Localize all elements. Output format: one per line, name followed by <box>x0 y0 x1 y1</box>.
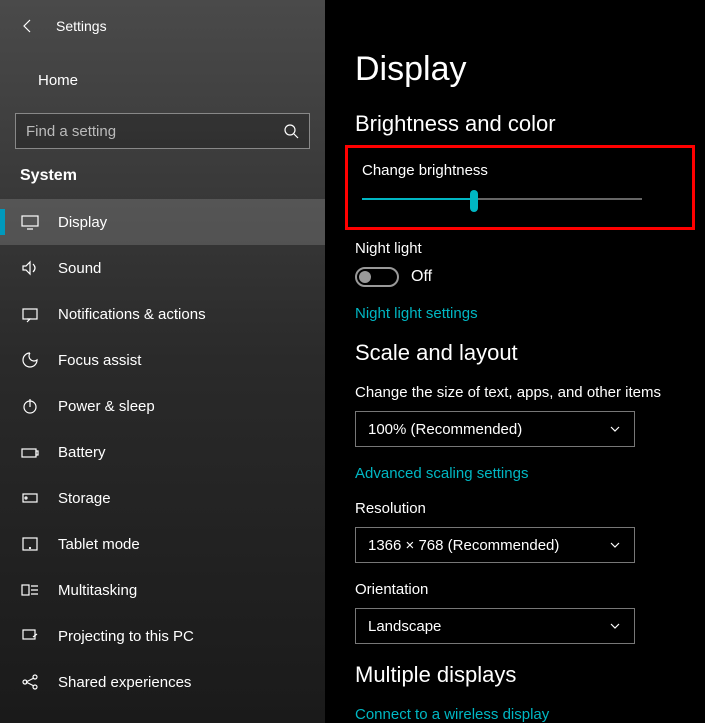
sidebar-item-notifications[interactable]: Notifications & actions <box>0 291 325 337</box>
multitask-icon <box>20 580 40 600</box>
project-icon <box>20 626 40 646</box>
sidebar-item-focus[interactable]: Focus assist <box>0 337 325 383</box>
sidebar-item-label: Storage <box>58 490 111 507</box>
brightness-slider[interactable] <box>362 189 642 209</box>
chevron-down-icon <box>608 619 622 633</box>
search-box[interactable] <box>15 113 310 149</box>
sidebar-item-label: Notifications & actions <box>58 306 206 323</box>
sidebar-item-sound[interactable]: Sound <box>0 245 325 291</box>
sidebar-category: System <box>0 149 325 199</box>
sidebar-item-label: Power & sleep <box>58 398 155 415</box>
wireless-display-link[interactable]: Connect to a wireless display <box>355 706 685 723</box>
orientation-label: Orientation <box>355 581 685 598</box>
section-multiple: Multiple displays <box>355 662 685 688</box>
share-icon <box>20 672 40 692</box>
toggle-knob <box>359 271 371 283</box>
sidebar-item-label: Multitasking <box>58 582 137 599</box>
battery-icon <box>20 442 40 462</box>
sidebar-item-label: Display <box>58 214 107 231</box>
night-light-settings-link[interactable]: Night light settings <box>355 305 685 322</box>
chevron-down-icon <box>608 422 622 436</box>
settings-sidebar: Settings Home System Display Sound Notif… <box>0 0 325 723</box>
display-icon <box>20 212 40 232</box>
advanced-scaling-link[interactable]: Advanced scaling settings <box>355 465 685 482</box>
back-button[interactable] <box>20 18 36 34</box>
sidebar-item-label: Battery <box>58 444 106 461</box>
sidebar-item-display[interactable]: Display <box>0 199 325 245</box>
page-title: Display <box>355 50 685 89</box>
search-icon <box>283 123 299 139</box>
scale-label: Change the size of text, apps, and other… <box>355 384 685 401</box>
night-light-toggle[interactable] <box>355 267 399 287</box>
home-label: Home <box>38 72 78 89</box>
night-light-state: Off <box>411 268 432 286</box>
brightness-label: Change brightness <box>362 162 678 179</box>
sidebar-item-battery[interactable]: Battery <box>0 429 325 475</box>
sidebar-item-tablet[interactable]: Tablet mode <box>0 521 325 567</box>
scale-dropdown[interactable]: 100% (Recommended) <box>355 411 635 447</box>
slider-fill <box>362 198 474 200</box>
home-button[interactable]: Home <box>0 60 325 101</box>
focus-icon <box>20 350 40 370</box>
app-title: Settings <box>56 18 107 34</box>
sidebar-item-projecting[interactable]: Projecting to this PC <box>0 613 325 659</box>
orientation-value: Landscape <box>368 618 441 635</box>
section-scale: Scale and layout <box>355 340 685 366</box>
resolution-label: Resolution <box>355 500 685 517</box>
sidebar-item-label: Tablet mode <box>58 536 140 553</box>
sidebar-item-label: Projecting to this PC <box>58 628 194 645</box>
sidebar-item-label: Focus assist <box>58 352 141 369</box>
slider-thumb[interactable] <box>470 190 478 212</box>
notification-icon <box>20 304 40 324</box>
sound-icon <box>20 258 40 278</box>
chevron-down-icon <box>608 538 622 552</box>
sidebar-item-power[interactable]: Power & sleep <box>0 383 325 429</box>
sidebar-item-shared[interactable]: Shared experiences <box>0 659 325 705</box>
scale-value: 100% (Recommended) <box>368 421 522 438</box>
sidebar-item-label: Sound <box>58 260 101 277</box>
sidebar-item-multitask[interactable]: Multitasking <box>0 567 325 613</box>
power-icon <box>20 396 40 416</box>
tablet-icon <box>20 534 40 554</box>
sidebar-item-storage[interactable]: Storage <box>0 475 325 521</box>
orientation-dropdown[interactable]: Landscape <box>355 608 635 644</box>
storage-icon <box>20 488 40 508</box>
resolution-value: 1366 × 768 (Recommended) <box>368 537 559 554</box>
night-light-label: Night light <box>355 240 685 257</box>
search-input[interactable] <box>26 123 283 140</box>
brightness-highlight: Change brightness <box>345 145 695 230</box>
main-content: Display Brightness and color Change brig… <box>325 0 705 723</box>
section-brightness: Brightness and color <box>355 111 685 137</box>
resolution-dropdown[interactable]: 1366 × 768 (Recommended) <box>355 527 635 563</box>
sidebar-item-label: Shared experiences <box>58 674 191 691</box>
